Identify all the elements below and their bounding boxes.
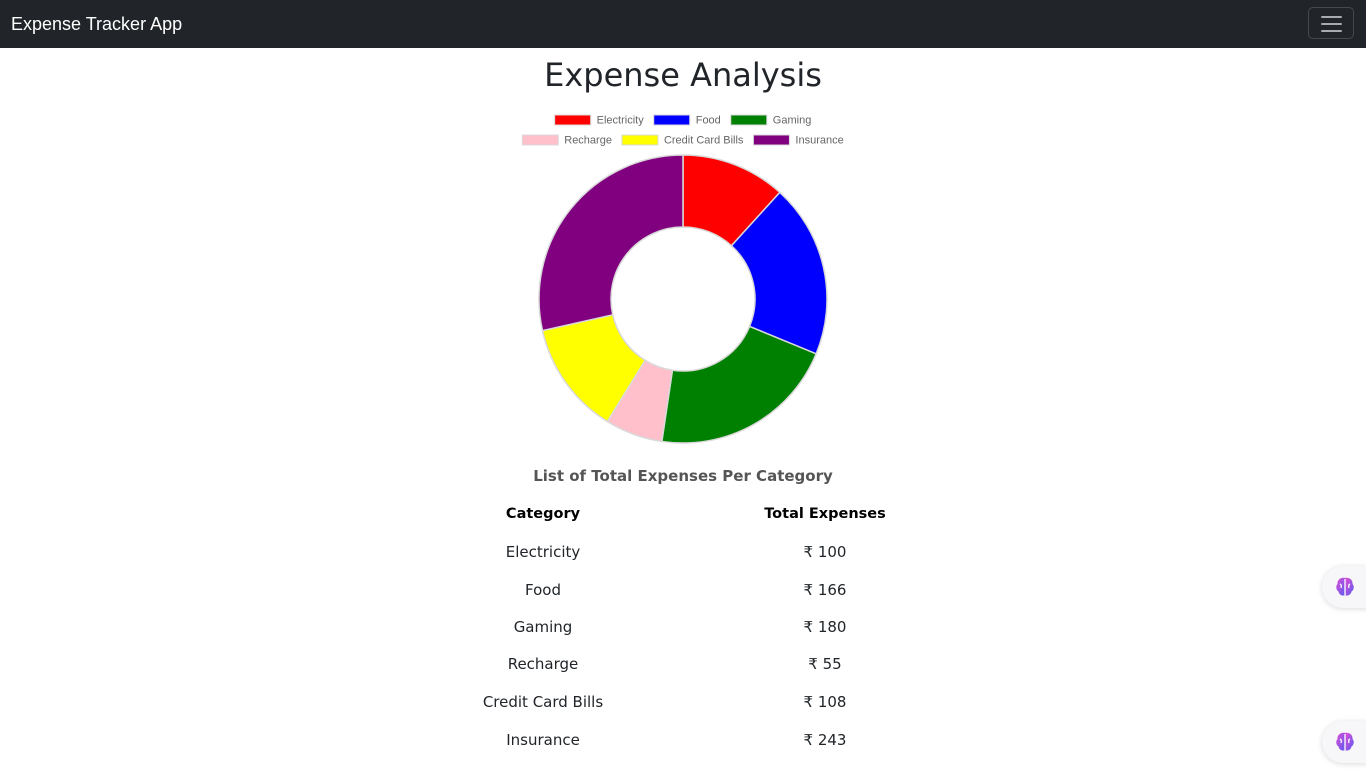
legend-swatch[interactable] [521, 134, 559, 146]
table-row-category: Gaming [513, 618, 573, 636]
legend-swatch[interactable] [653, 114, 691, 126]
assistant-floating-button[interactable] [1322, 566, 1366, 608]
legend-swatch[interactable] [730, 114, 768, 126]
table-row-total: ₹ 166 [803, 581, 847, 599]
table-row-total: ₹ 55 [808, 655, 842, 673]
legend-label[interactable]: Credit Card Bills [664, 135, 744, 147]
table-row-total: ₹ 180 [803, 618, 847, 636]
legend-swatch[interactable] [554, 114, 592, 126]
legend-label[interactable]: Gaming [773, 115, 812, 127]
category-column-header: Category [505, 506, 581, 522]
table-row-total: ₹ 100 [803, 543, 847, 561]
legend-swatch[interactable] [752, 134, 790, 146]
table-row-category: Credit Card Bills [482, 693, 604, 711]
legend-label[interactable]: Food [696, 115, 721, 127]
table-row-total: ₹ 108 [803, 693, 847, 711]
table-row-category: Insurance [506, 731, 580, 749]
expense-list-title: List of Total Expenses Per Category [533, 467, 833, 485]
legend-label[interactable]: Electricity [597, 115, 645, 127]
legend-label[interactable]: Recharge [564, 135, 612, 147]
table-row-category: Electricity [505, 543, 581, 561]
total-column-header: Total Expenses [764, 506, 886, 522]
legend-swatch[interactable] [621, 134, 659, 146]
doughnut-slice-gaming[interactable] [660, 325, 818, 444]
table-row-total: ₹ 243 [803, 731, 847, 749]
assistant-floating-button[interactable] [1322, 721, 1366, 763]
table-row-category: Recharge [507, 655, 579, 673]
legend-label[interactable]: Insurance [795, 135, 843, 147]
doughnut-slice-insurance[interactable] [538, 154, 684, 332]
table-row-category: Food [525, 581, 561, 599]
expense-doughnut-chart: Electricity Food Gaming Recharge Credit Card… [521, 114, 844, 444]
